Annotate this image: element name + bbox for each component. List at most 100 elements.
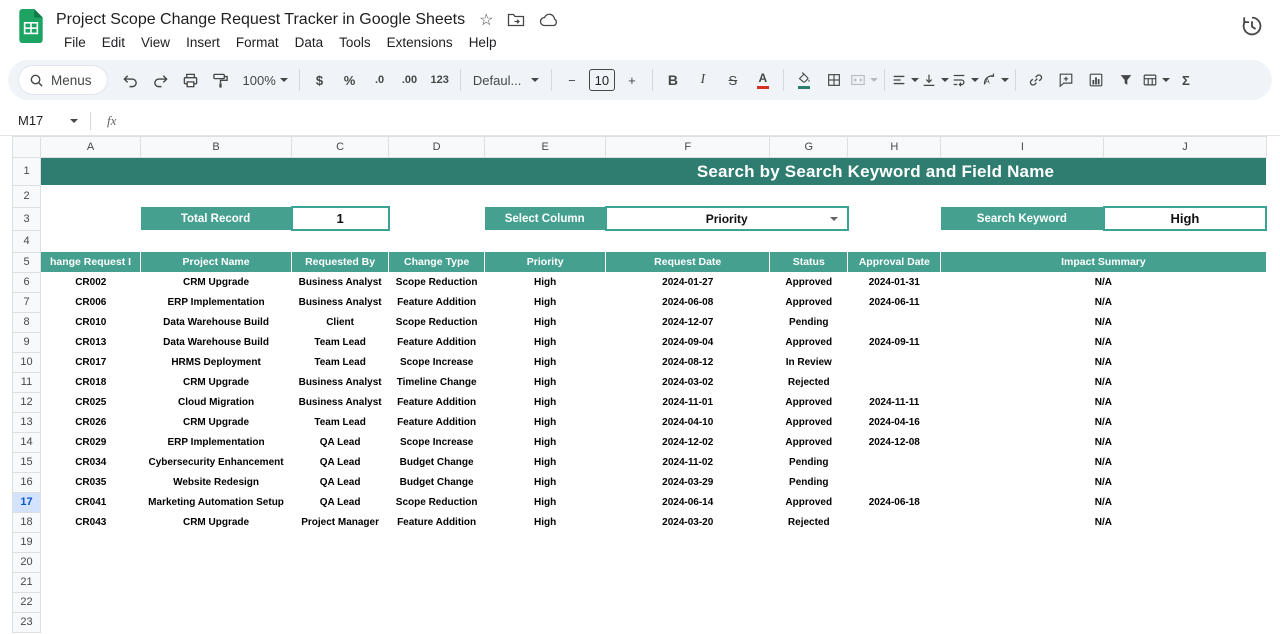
table-cell[interactable]: 2024-04-16 <box>848 412 941 432</box>
table-cell[interactable]: Approved <box>770 392 848 412</box>
table-header[interactable]: Change Type <box>389 252 485 272</box>
borders-button[interactable] <box>820 66 848 94</box>
row-header-3[interactable]: 3 <box>13 207 41 230</box>
column-header-J[interactable]: J <box>1104 137 1266 158</box>
version-history-icon[interactable] <box>1240 14 1264 38</box>
table-cell[interactable]: QA Lead <box>292 432 389 452</box>
table-cell[interactable]: In Review <box>770 352 848 372</box>
row-header-12[interactable]: 12 <box>13 392 41 412</box>
decrease-decimal-button[interactable]: .0 <box>366 66 394 94</box>
table-cell[interactable]: 2024-03-29 <box>606 472 770 492</box>
table-cell[interactable]: CR043 <box>41 512 141 532</box>
strikethrough-button[interactable]: S <box>719 66 747 94</box>
table-cell[interactable]: Pending <box>770 452 848 472</box>
create-filter-button[interactable] <box>1112 66 1140 94</box>
table-cell[interactable]: 2024-04-10 <box>606 412 770 432</box>
table-cell[interactable]: Team Lead <box>292 332 389 352</box>
menu-extensions[interactable]: Extensions <box>379 33 461 52</box>
table-cell[interactable]: CRM Upgrade <box>141 372 292 392</box>
table-cell[interactable]: 2024-01-27 <box>606 272 770 292</box>
table-cell[interactable]: Website Redesign <box>141 472 292 492</box>
table-cell[interactable]: Approved <box>770 292 848 312</box>
table-cell[interactable]: N/A <box>941 452 1266 472</box>
menu-insert[interactable]: Insert <box>178 33 228 52</box>
table-cell[interactable]: 2024-11-11 <box>848 392 941 412</box>
table-cell[interactable]: Rejected <box>770 372 848 392</box>
insert-comment-button[interactable] <box>1052 66 1080 94</box>
row-header-6[interactable]: 6 <box>13 272 41 292</box>
table-cell[interactable]: Feature Addition <box>389 412 485 432</box>
table-cell[interactable]: Feature Addition <box>389 332 485 352</box>
table-header[interactable]: Requested By <box>292 252 389 272</box>
table-header[interactable]: Status <box>770 252 848 272</box>
insert-chart-button[interactable] <box>1082 66 1110 94</box>
empty-row[interactable] <box>41 532 1267 552</box>
move-folder-icon[interactable] <box>507 12 525 28</box>
table-cell[interactable]: High <box>485 432 606 452</box>
doc-title[interactable]: Project Scope Change Request Tracker in … <box>56 11 465 29</box>
table-cell[interactable]: CR029 <box>41 432 141 452</box>
table-cell[interactable]: Data Warehouse Build <box>141 332 292 352</box>
table-cell[interactable]: High <box>485 292 606 312</box>
table-cell[interactable]: ERP Implementation <box>141 432 292 452</box>
row-header-16[interactable]: 16 <box>13 472 41 492</box>
row-header-8[interactable]: 8 <box>13 312 41 332</box>
functions-button[interactable]: Σ <box>1172 66 1200 94</box>
table-cell[interactable]: QA Lead <box>292 472 389 492</box>
table-header[interactable]: Approval Date <box>848 252 941 272</box>
table-cell[interactable]: Feature Addition <box>389 392 485 412</box>
table-cell[interactable]: N/A <box>941 332 1266 352</box>
column-header-D[interactable]: D <box>389 137 485 158</box>
table-cell[interactable] <box>848 512 941 532</box>
column-header-A[interactable]: A <box>41 137 141 158</box>
table-cell[interactable]: 2024-01-31 <box>848 272 941 292</box>
insert-link-button[interactable] <box>1022 66 1050 94</box>
row-header-23[interactable]: 23 <box>13 612 41 632</box>
italic-button[interactable]: I <box>689 66 717 94</box>
font-size-input[interactable]: 10 <box>589 69 615 91</box>
row-header-11[interactable]: 11 <box>13 372 41 392</box>
row-header-21[interactable]: 21 <box>13 572 41 592</box>
zoom-select[interactable]: 100% <box>237 66 293 94</box>
column-header-C[interactable]: C <box>292 137 389 158</box>
font-select[interactable]: Defaul... <box>467 66 545 94</box>
merge-cells-button[interactable] <box>850 66 878 94</box>
select-all-corner[interactable] <box>13 137 41 158</box>
table-cell[interactable]: CR034 <box>41 452 141 472</box>
dropdown-caret-icon[interactable] <box>830 217 838 221</box>
row-header-4[interactable]: 4 <box>13 230 41 252</box>
table-cell[interactable]: High <box>485 312 606 332</box>
empty-row[interactable] <box>41 230 1267 252</box>
column-header-B[interactable]: B <box>141 137 292 158</box>
table-cell[interactable] <box>848 352 941 372</box>
table-cell[interactable]: 2024-09-11 <box>848 332 941 352</box>
table-cell[interactable]: Timeline Change <box>389 372 485 392</box>
row-header-5[interactable]: 5 <box>13 252 41 272</box>
formula-input[interactable] <box>128 106 1280 135</box>
row-header-19[interactable]: 19 <box>13 532 41 552</box>
table-cell[interactable]: Approved <box>770 272 848 292</box>
row-header-15[interactable]: 15 <box>13 452 41 472</box>
format-currency-button[interactable]: $ <box>306 66 334 94</box>
table-cell[interactable]: N/A <box>941 492 1266 512</box>
table-cell[interactable]: 2024-08-12 <box>606 352 770 372</box>
table-cell[interactable]: Budget Change <box>389 452 485 472</box>
table-cell[interactable] <box>848 372 941 392</box>
table-cell[interactable]: 2024-06-14 <box>606 492 770 512</box>
decrease-font-size-button[interactable]: − <box>558 66 586 94</box>
increase-decimal-button[interactable]: .00 <box>396 66 424 94</box>
empty-row[interactable] <box>41 612 1267 632</box>
cell[interactable] <box>41 207 141 230</box>
table-cell[interactable]: High <box>485 352 606 372</box>
table-cell[interactable]: CR035 <box>41 472 141 492</box>
menu-view[interactable]: View <box>133 33 178 52</box>
table-cell[interactable]: 2024-11-01 <box>606 392 770 412</box>
table-cell[interactable]: 2024-12-07 <box>606 312 770 332</box>
menu-tools[interactable]: Tools <box>331 33 379 52</box>
table-cell[interactable]: Scope Reduction <box>389 272 485 292</box>
table-header[interactable]: Priority <box>485 252 606 272</box>
row-header-18[interactable]: 18 <box>13 512 41 532</box>
table-cell[interactable]: High <box>485 392 606 412</box>
table-cell[interactable]: 2024-09-04 <box>606 332 770 352</box>
table-cell[interactable]: N/A <box>941 312 1266 332</box>
